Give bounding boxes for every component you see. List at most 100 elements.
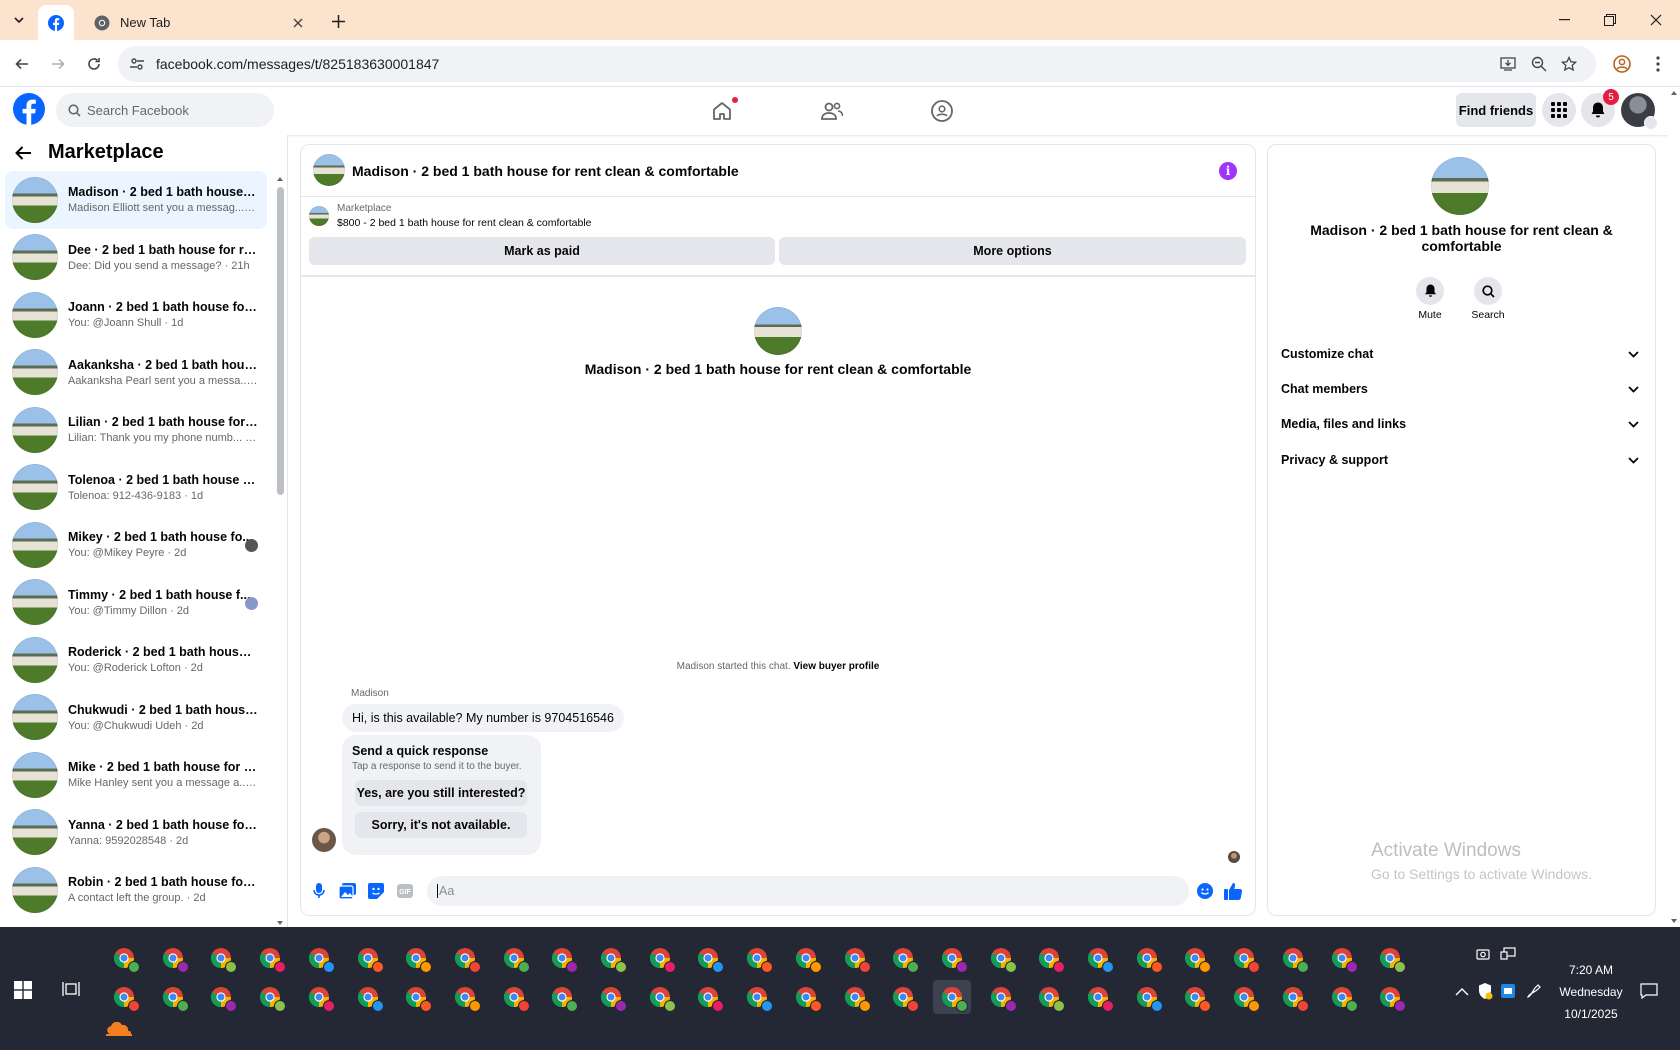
chrome-taskbar-app[interactable] (982, 941, 1020, 975)
friends-icon[interactable] (818, 97, 846, 125)
chrome-taskbar-app[interactable] (884, 980, 922, 1014)
chrome-taskbar-app[interactable] (1030, 941, 1068, 975)
tab-search-dropdown[interactable] (6, 8, 32, 32)
sticker-icon[interactable] (367, 882, 385, 900)
conversation-item[interactable]: Roderick · 2 bed 1 bath house f... You: @… (5, 631, 267, 689)
chrome-taskbar-app[interactable] (251, 941, 289, 975)
chrome-taskbar-app[interactable] (397, 980, 435, 1014)
system-clock[interactable]: 7:20 AM Wednesday 10/1/2025 (1556, 959, 1626, 1025)
chrome-taskbar-app[interactable] (446, 980, 484, 1014)
chat-avatar[interactable] (313, 154, 345, 186)
chrome-taskbar-app[interactable] (932, 980, 971, 1014)
chrome-taskbar-app[interactable] (202, 980, 240, 1014)
chrome-taskbar-app[interactable] (884, 941, 922, 975)
listing-summary[interactable]: Marketplace $800 - 2 bed 1 bath house fo… (309, 203, 592, 229)
restore-button[interactable] (1588, 6, 1632, 34)
find-friends-button[interactable]: Find friends (1456, 93, 1536, 127)
address-bar[interactable]: facebook.com/messages/t/825183630001847 (118, 46, 1596, 82)
chrome-taskbar-app[interactable] (1274, 980, 1312, 1014)
chrome-taskbar-app[interactable] (154, 941, 192, 975)
conversation-item[interactable]: Aakanksha · 2 bed 1 bath house... Aakanks… (5, 344, 267, 402)
groups-icon[interactable] (928, 97, 956, 125)
windows-start-icon[interactable] (14, 981, 32, 999)
mute-action[interactable]: Mute (1405, 277, 1455, 321)
quick-response-still-interested[interactable]: Yes, are you still interested? (355, 780, 527, 806)
chrome-taskbar-app[interactable] (933, 941, 971, 975)
mark-as-paid-button[interactable]: Mark as paid (309, 237, 775, 265)
install-app-icon[interactable] (1498, 54, 1518, 74)
conversation-item[interactable]: Joann · 2 bed 1 bath house for r... You: … (5, 286, 267, 344)
conversation-item[interactable]: Yanna · 2 bed 1 bath house for r... Yanna… (5, 804, 267, 862)
more-options-button[interactable]: More options (779, 237, 1246, 265)
bookmark-star-icon[interactable] (1559, 54, 1579, 74)
page-scrollbar[interactable] (1668, 87, 1680, 927)
chrome-taskbar-app[interactable] (1323, 941, 1361, 975)
photo-icon[interactable] (338, 882, 356, 900)
microphone-icon[interactable] (310, 882, 328, 900)
minimize-button[interactable] (1542, 6, 1586, 34)
chrome-taskbar-app[interactable] (1176, 980, 1214, 1014)
close-window-button[interactable] (1634, 6, 1678, 34)
chrome-taskbar-app[interactable] (689, 941, 727, 975)
conversation-item[interactable]: Timmy · 2 bed 1 bath house f... You: @Tim… (5, 574, 267, 632)
chrome-taskbar-app[interactable] (836, 980, 874, 1014)
facebook-logo[interactable] (13, 93, 45, 125)
conversation-item[interactable]: Tolenoa · 2 bed 1 bath house fo... Toleno… (5, 459, 267, 517)
new-tab-button[interactable] (326, 10, 350, 32)
notification-center-icon[interactable] (1640, 983, 1658, 999)
chrome-taskbar-app[interactable] (1323, 980, 1361, 1014)
menu-grid-icon[interactable] (1542, 93, 1576, 127)
chrome-taskbar-app[interactable] (1225, 941, 1263, 975)
chrome-taskbar-app[interactable] (641, 941, 679, 975)
conversation-item[interactable]: Robin · 2 bed 1 bath house for r... A con… (5, 861, 267, 919)
chrome-taskbar-app[interactable] (1225, 980, 1263, 1014)
chrome-taskbar-app[interactable] (202, 941, 240, 975)
chrome-taskbar-app[interactable] (105, 980, 143, 1014)
chrome-taskbar-app[interactable] (1128, 980, 1166, 1014)
conversation-item[interactable]: Mikey · 2 bed 1 bath house fo... You: @Mi… (5, 516, 267, 574)
chrome-taskbar-app[interactable] (689, 980, 727, 1014)
conversation-item[interactable]: Chukwudi · 2 bed 1 bath house ... You: @C… (5, 689, 267, 747)
chrome-taskbar-app[interactable] (251, 980, 289, 1014)
chat-members-section[interactable]: Chat members (1281, 373, 1643, 405)
tray-app-icon[interactable] (1500, 983, 1516, 999)
tray-camera-icon[interactable] (1476, 947, 1490, 961)
tray-display-icon[interactable] (1500, 947, 1516, 961)
media-files-links-section[interactable]: Media, files and links (1281, 408, 1643, 440)
chrome-taskbar-app[interactable] (105, 941, 143, 975)
chrome-taskbar-app[interactable] (836, 941, 874, 975)
close-tab-icon[interactable] (288, 13, 308, 33)
chrome-taskbar-app[interactable] (1030, 980, 1068, 1014)
thumbs-up-icon[interactable] (1224, 882, 1242, 900)
chrome-taskbar-app[interactable] (1079, 980, 1117, 1014)
chrome-taskbar-app[interactable] (300, 941, 338, 975)
tab-facebook[interactable] (38, 5, 74, 40)
back-button[interactable] (8, 50, 36, 78)
view-buyer-profile-link[interactable]: View buyer profile (793, 661, 879, 672)
chrome-taskbar-app[interactable] (1274, 941, 1312, 975)
conversation-item[interactable]: Lilian · 2 bed 1 bath house for r... Lili… (5, 401, 267, 459)
browser-menu-icon[interactable] (1644, 50, 1672, 78)
chrome-taskbar-app[interactable] (592, 941, 630, 975)
chat-title[interactable]: Madison · 2 bed 1 bath house for rent cl… (352, 163, 739, 179)
chrome-taskbar-app[interactable] (397, 941, 435, 975)
customize-chat-section[interactable]: Customize chat (1281, 338, 1643, 370)
pen-ink-icon[interactable] (1526, 983, 1542, 999)
chrome-taskbar-app[interactable] (446, 941, 484, 975)
chrome-taskbar-app[interactable] (1371, 980, 1409, 1014)
chrome-taskbar-app[interactable] (787, 941, 825, 975)
back-arrow-icon[interactable] (14, 145, 32, 161)
zoom-icon[interactable] (1529, 54, 1549, 74)
search-in-chat-action[interactable]: Search (1463, 277, 1513, 321)
chrome-taskbar-app[interactable] (349, 980, 387, 1014)
chrome-taskbar-app[interactable] (787, 980, 825, 1014)
chrome-taskbar-app[interactable] (543, 980, 581, 1014)
task-view-icon[interactable] (62, 981, 80, 997)
home-icon[interactable] (708, 97, 738, 125)
chrome-taskbar-app[interactable] (154, 980, 192, 1014)
conversation-item[interactable]: Dee · 2 bed 1 bath house for re... Dee: D… (5, 229, 267, 287)
tab-new-tab[interactable]: New Tab (84, 5, 316, 40)
chrome-taskbar-app[interactable] (592, 980, 630, 1014)
chrome-taskbar-app[interactable] (349, 941, 387, 975)
chrome-taskbar-app[interactable] (738, 941, 776, 975)
